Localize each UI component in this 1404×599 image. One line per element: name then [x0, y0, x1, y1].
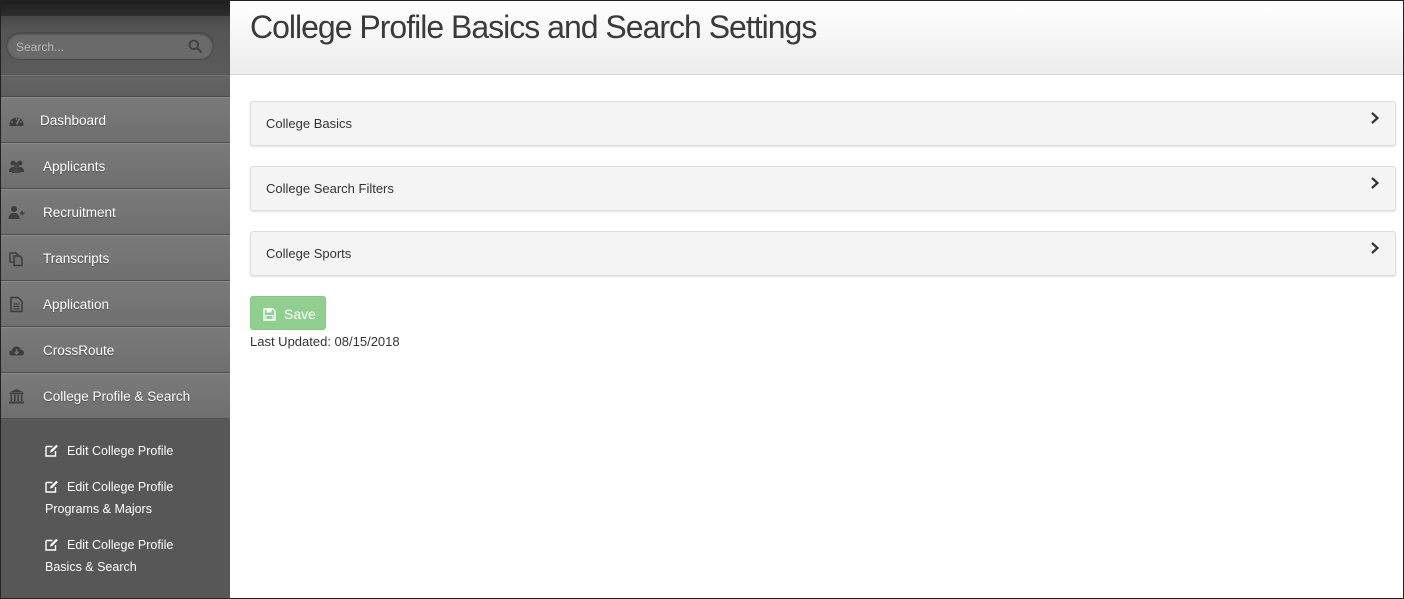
submenu-item-label: Edit College Profile	[67, 538, 174, 552]
sidebar-item-label: Recruitment	[43, 205, 116, 220]
panel-college-search-filters[interactable]: College Search Filters	[250, 166, 1396, 211]
submenu-item-edit-basics-search[interactable]: Edit College Profile Basics & Search	[45, 534, 173, 578]
page-header: College Profile Basics and Search Settin…	[230, 1, 1403, 75]
panel-college-basics[interactable]: College Basics	[250, 101, 1396, 146]
search-box	[6, 32, 214, 60]
sidebar-item-dashboard[interactable]: Dashboard	[1, 97, 230, 143]
submenu-item-label: Edit College Profile	[67, 480, 174, 494]
sidebar-item-crossroute[interactable]: CrossRoute	[1, 327, 230, 373]
app-window: Dashboard Applicants	[0, 0, 1404, 599]
sidebar-submenu: Edit College Profile Edit College Profil…	[1, 420, 230, 598]
save-label: Save	[284, 306, 316, 322]
sidebar-item-recruitment[interactable]: Recruitment	[1, 189, 230, 235]
sidebar-item-label: College Profile & Search	[43, 389, 191, 404]
main-content: College Profile Basics and Search Settin…	[230, 1, 1403, 598]
chevron-right-icon	[1371, 242, 1380, 254]
submenu-item-label-line2: Basics & Search	[45, 560, 137, 574]
save-button[interactable]: Save	[250, 296, 326, 330]
sidebar-item-label: Applicants	[43, 159, 106, 174]
user-plus-icon	[8, 206, 25, 219]
page-title: College Profile Basics and Search Settin…	[250, 9, 817, 45]
sidebar-item-label: Transcripts	[43, 251, 110, 266]
cloud-download-icon	[9, 346, 25, 356]
sidebar-item-label: Dashboard	[40, 113, 107, 128]
panel-title: College Basics	[266, 116, 352, 131]
edit-icon	[45, 444, 58, 457]
dashboard-icon	[9, 117, 24, 126]
file-text-icon	[10, 296, 23, 313]
sidebar-item-applicants[interactable]: Applicants	[1, 143, 230, 189]
panel-college-sports[interactable]: College Sports	[250, 231, 1396, 276]
edit-icon	[45, 538, 58, 551]
sidebar-item-college-profile-search[interactable]: College Profile & Search	[1, 373, 230, 419]
search-input[interactable]	[16, 38, 181, 55]
bank-icon	[9, 389, 24, 404]
submenu-item-label-line2: Programs & Majors	[45, 502, 152, 516]
panel-title: College Sports	[266, 246, 352, 261]
last-updated-text: Last Updated: 08/15/2018	[250, 334, 400, 349]
users-icon	[9, 160, 24, 173]
chevron-right-icon	[1371, 112, 1380, 124]
search-icon[interactable]	[188, 39, 202, 53]
submenu-item-label: Edit College Profile	[67, 444, 174, 458]
panel-title: College Search Filters	[266, 181, 394, 196]
chevron-right-icon	[1371, 177, 1380, 189]
sidebar-item-label: CrossRoute	[43, 343, 115, 358]
sidebar-item-application[interactable]: Application	[1, 281, 230, 327]
sidebar-item-transcripts[interactable]: Transcripts	[1, 235, 230, 281]
top-strip	[1, 1, 230, 16]
submenu-item-edit-programs-majors[interactable]: Edit College Profile Programs & Majors	[45, 476, 173, 520]
floppy-disk-icon	[263, 308, 276, 321]
submenu-item-edit-college-profile[interactable]: Edit College Profile	[45, 440, 173, 462]
sidebar-header	[1, 1, 230, 75]
sidebar-nav: Dashboard Applicants Recruitment Transcr…	[1, 97, 230, 419]
sidebar: Dashboard Applicants	[1, 1, 230, 598]
sidebar-item-label: Application	[43, 297, 110, 312]
copy-icon	[9, 252, 23, 267]
edit-icon	[45, 480, 58, 493]
nav-separator	[1, 75, 230, 97]
